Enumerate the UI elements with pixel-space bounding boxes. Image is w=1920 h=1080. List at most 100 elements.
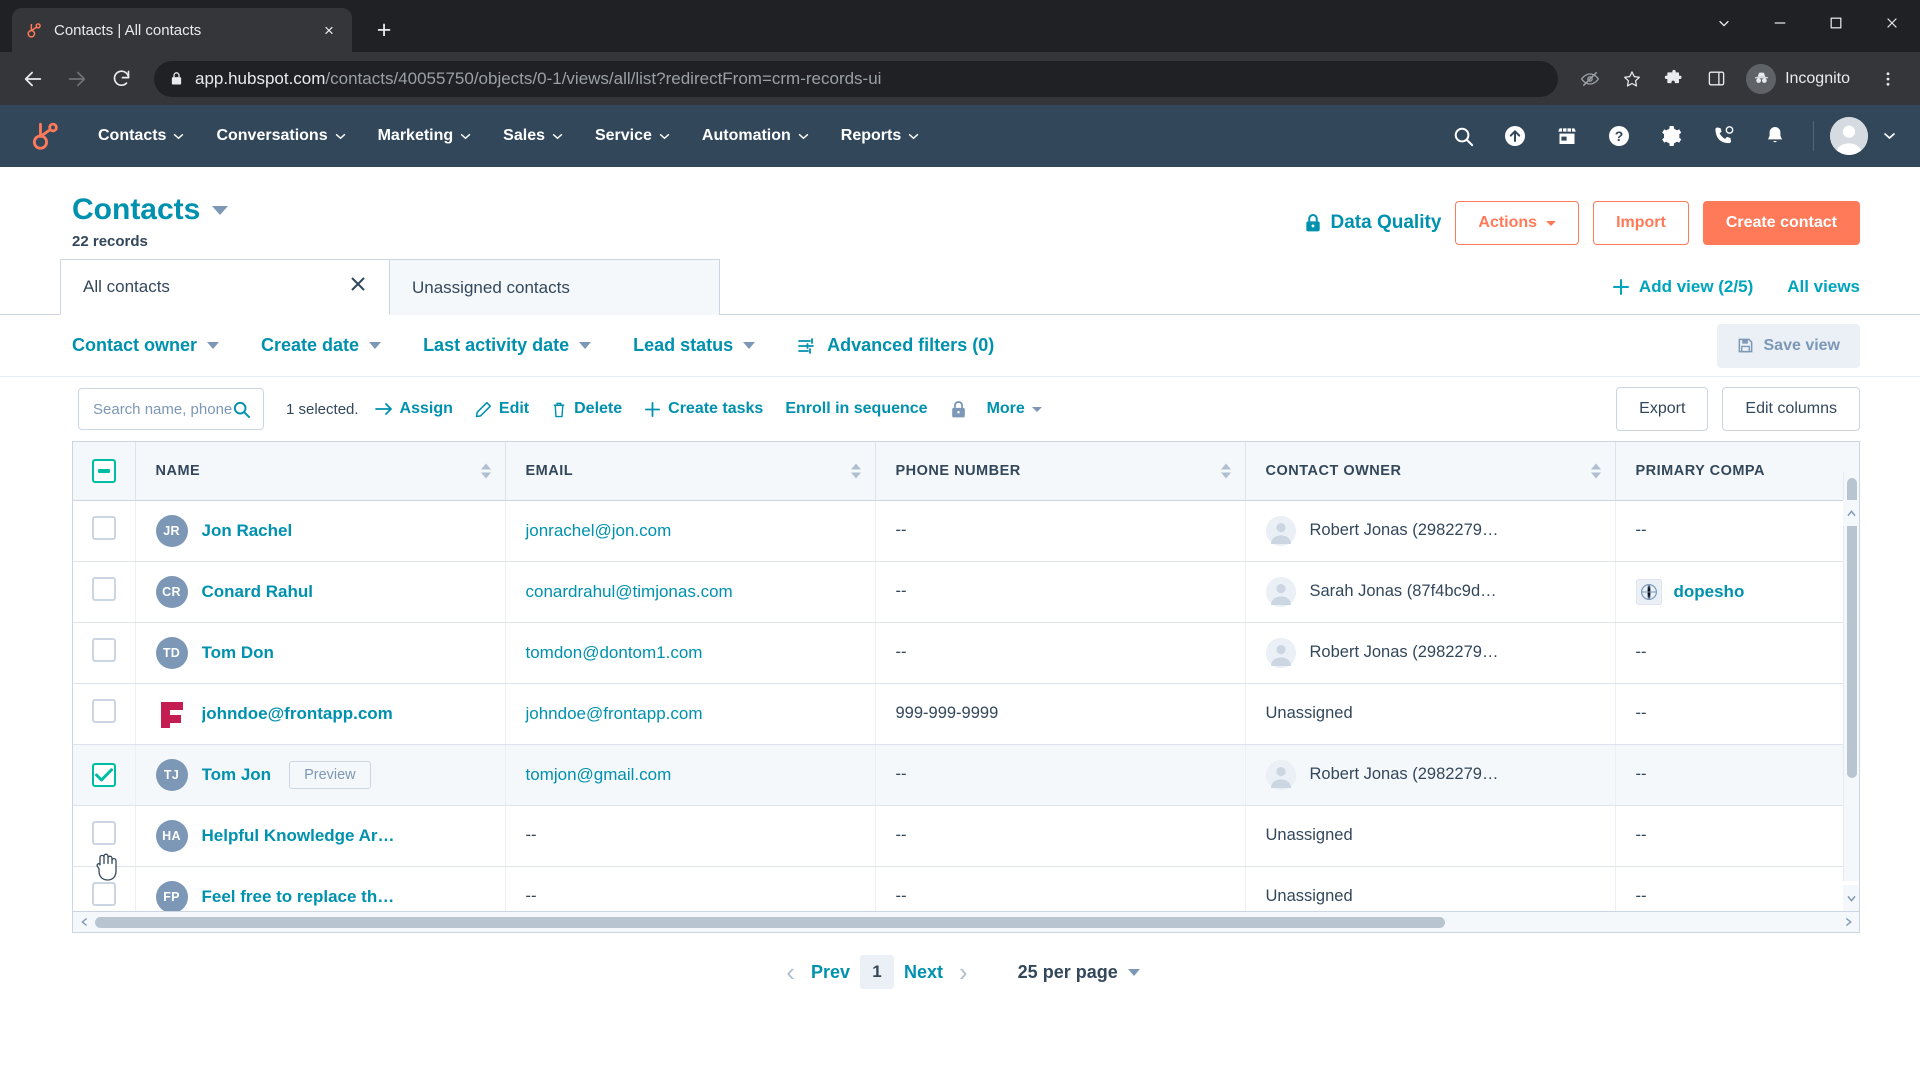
nav-item-contacts[interactable]: Contacts — [82, 105, 200, 167]
assign-action[interactable]: Assign — [374, 400, 453, 418]
next-page-button[interactable]: Next — [904, 962, 943, 983]
company-link[interactable]: dopesho — [1674, 582, 1745, 602]
extensions-icon[interactable] — [1656, 61, 1692, 97]
nav-item-sales[interactable]: Sales — [487, 105, 579, 167]
scroll-right-arrow-icon[interactable] — [1837, 912, 1859, 932]
column-header-name[interactable]: NAME — [135, 442, 506, 501]
prev-chevron-icon[interactable]: ‹ — [780, 959, 801, 985]
contact-name-link[interactable]: Jon Rachel — [202, 521, 293, 541]
filter-contact-owner[interactable]: Contact owner — [72, 335, 220, 356]
eye-slash-icon[interactable] — [1572, 61, 1608, 97]
cell-email[interactable]: jonrachel@jon.com — [505, 500, 876, 562]
row-checkbox-cell[interactable] — [73, 561, 136, 623]
search-icon[interactable] — [1441, 114, 1485, 158]
contact-name-link[interactable]: Tom Don — [202, 643, 274, 663]
cell-name[interactable]: JR Jon Rachel — [135, 500, 506, 562]
table-row[interactable]: TJ Tom Jon Preview tomjon@gmail.com -- R… — [73, 744, 1859, 806]
row-checkbox-cell[interactable] — [73, 683, 136, 745]
close-icon[interactable]: × — [318, 19, 340, 41]
email-link[interactable]: jonrachel@jon.com — [526, 521, 672, 540]
row-checkbox-cell[interactable] — [73, 805, 136, 867]
sort-arrows-icon[interactable] — [850, 463, 861, 479]
email-link[interactable]: tomdon@dontom1.com — [526, 643, 703, 662]
star-icon[interactable] — [1614, 61, 1650, 97]
row-checkbox[interactable] — [91, 821, 116, 845]
email-link[interactable]: conardrahul@timjonas.com — [526, 582, 733, 601]
search-input-wrapper[interactable] — [78, 388, 264, 430]
sort-arrows-icon[interactable] — [480, 463, 491, 479]
contact-name-link[interactable]: johndoe@frontapp.com — [202, 704, 393, 724]
nav-item-marketing[interactable]: Marketing — [362, 105, 488, 167]
contact-name-link[interactable]: Helpful Knowledge Ar… — [202, 826, 395, 846]
side-panel-icon[interactable] — [1698, 61, 1734, 97]
preview-button[interactable]: Preview — [289, 760, 371, 789]
h-scrollbar-thumb[interactable] — [95, 917, 1445, 928]
row-checkbox-cell[interactable] — [73, 500, 136, 562]
add-view-button[interactable]: Add view (2/5) — [1612, 277, 1753, 297]
table-vertical-scrollbar[interactable] — [1843, 472, 1859, 881]
row-checkbox-cell[interactable] — [73, 744, 136, 806]
cell-name[interactable]: johndoe@frontapp.com — [135, 683, 506, 745]
avatar-chevron-down-icon[interactable] — [1876, 114, 1902, 158]
filter-lead-status[interactable]: Lead status — [633, 335, 756, 356]
settings-gear-icon[interactable] — [1649, 114, 1693, 158]
email-link[interactable]: tomjon@gmail.com — [526, 765, 672, 784]
prev-page-button[interactable]: Prev — [811, 962, 850, 983]
incognito-profile-button[interactable]: Incognito — [1740, 60, 1864, 98]
row-checkbox[interactable] — [91, 638, 116, 662]
row-checkbox-cell[interactable] — [73, 866, 136, 911]
cell-name[interactable]: TD Tom Don — [135, 622, 506, 684]
table-horizontal-scrollbar[interactable] — [72, 911, 1860, 933]
cell-name[interactable]: HA Helpful Knowledge Ar… — [135, 805, 506, 867]
upgrade-arrow-icon[interactable] — [1493, 114, 1537, 158]
nav-item-conversations[interactable]: Conversations — [200, 105, 361, 167]
delete-action[interactable]: Delete — [551, 400, 622, 418]
email-link[interactable]: johndoe@frontapp.com — [526, 704, 703, 723]
maximize-icon[interactable] — [1808, 0, 1864, 46]
avatar[interactable] — [1830, 117, 1868, 155]
search-icon[interactable] — [232, 400, 251, 419]
cell-email[interactable]: conardrahul@timjonas.com — [505, 561, 876, 623]
nav-item-automation[interactable]: Automation — [686, 105, 825, 167]
table-row[interactable]: JR Jon Rachel jonrachel@jon.com -- Rober… — [73, 500, 1859, 562]
close-icon[interactable] — [349, 275, 367, 299]
cell-name[interactable]: FP Feel free to replace th… — [135, 866, 506, 911]
column-header-phone[interactable]: PHONE NUMBER — [875, 442, 1246, 501]
reload-icon[interactable] — [102, 60, 140, 98]
row-checkbox[interactable] — [91, 762, 116, 787]
new-tab-button[interactable]: + — [366, 12, 402, 48]
data-quality-link[interactable]: Data Quality — [1304, 212, 1441, 234]
cell-email[interactable]: tomdon@dontom1.com — [505, 622, 876, 684]
table-row[interactable]: johndoe@frontapp.com johndoe@frontapp.co… — [73, 683, 1859, 745]
edit-columns-button[interactable]: Edit columns — [1722, 387, 1860, 431]
scroll-up-arrow-icon[interactable] — [1843, 500, 1859, 526]
all-views-button[interactable]: All views — [1787, 277, 1860, 297]
sort-arrows-icon[interactable] — [1590, 463, 1601, 479]
cell-name[interactable]: CR Conard Rahul — [135, 561, 506, 623]
select-all-header[interactable] — [73, 442, 136, 501]
minimize-icon[interactable] — [1752, 0, 1808, 46]
create-tasks-action[interactable]: Create tasks — [644, 400, 763, 418]
table-row[interactable]: FP Feel free to replace th… -- -- Unassi… — [73, 866, 1859, 911]
address-bar[interactable]: app.hubspot.com/contacts/40055750/object… — [154, 60, 1559, 97]
more-actions-button[interactable]: More — [987, 400, 1042, 418]
kebab-menu-icon[interactable] — [1870, 61, 1906, 97]
table-row[interactable]: CR Conard Rahul conardrahul@timjonas.com… — [73, 561, 1859, 623]
scroll-left-arrow-icon[interactable] — [73, 912, 95, 932]
cell-name[interactable]: TJ Tom Jon Preview — [135, 744, 506, 806]
table-row[interactable]: HA Helpful Knowledge Ar… -- -- Unassigne… — [73, 805, 1859, 867]
sort-arrows-icon[interactable] — [1220, 463, 1231, 479]
hubspot-logo-icon[interactable] — [22, 120, 68, 152]
nav-item-reports[interactable]: Reports — [825, 105, 935, 167]
contact-name-link[interactable]: Conard Rahul — [202, 582, 313, 602]
row-checkbox[interactable] — [91, 699, 116, 723]
phone-icon[interactable] — [1701, 114, 1745, 158]
select-all-checkbox[interactable] — [91, 458, 116, 483]
help-circle-icon[interactable]: ? — [1597, 114, 1641, 158]
chevron-down-icon[interactable] — [1696, 0, 1752, 46]
caret-down-icon[interactable] — [212, 205, 229, 215]
notifications-bell-icon[interactable] — [1753, 114, 1797, 158]
column-header-owner[interactable]: CONTACT OWNER — [1245, 442, 1616, 501]
scroll-down-arrow-icon[interactable] — [1843, 885, 1859, 911]
contact-name-link[interactable]: Feel free to replace th… — [202, 887, 395, 907]
